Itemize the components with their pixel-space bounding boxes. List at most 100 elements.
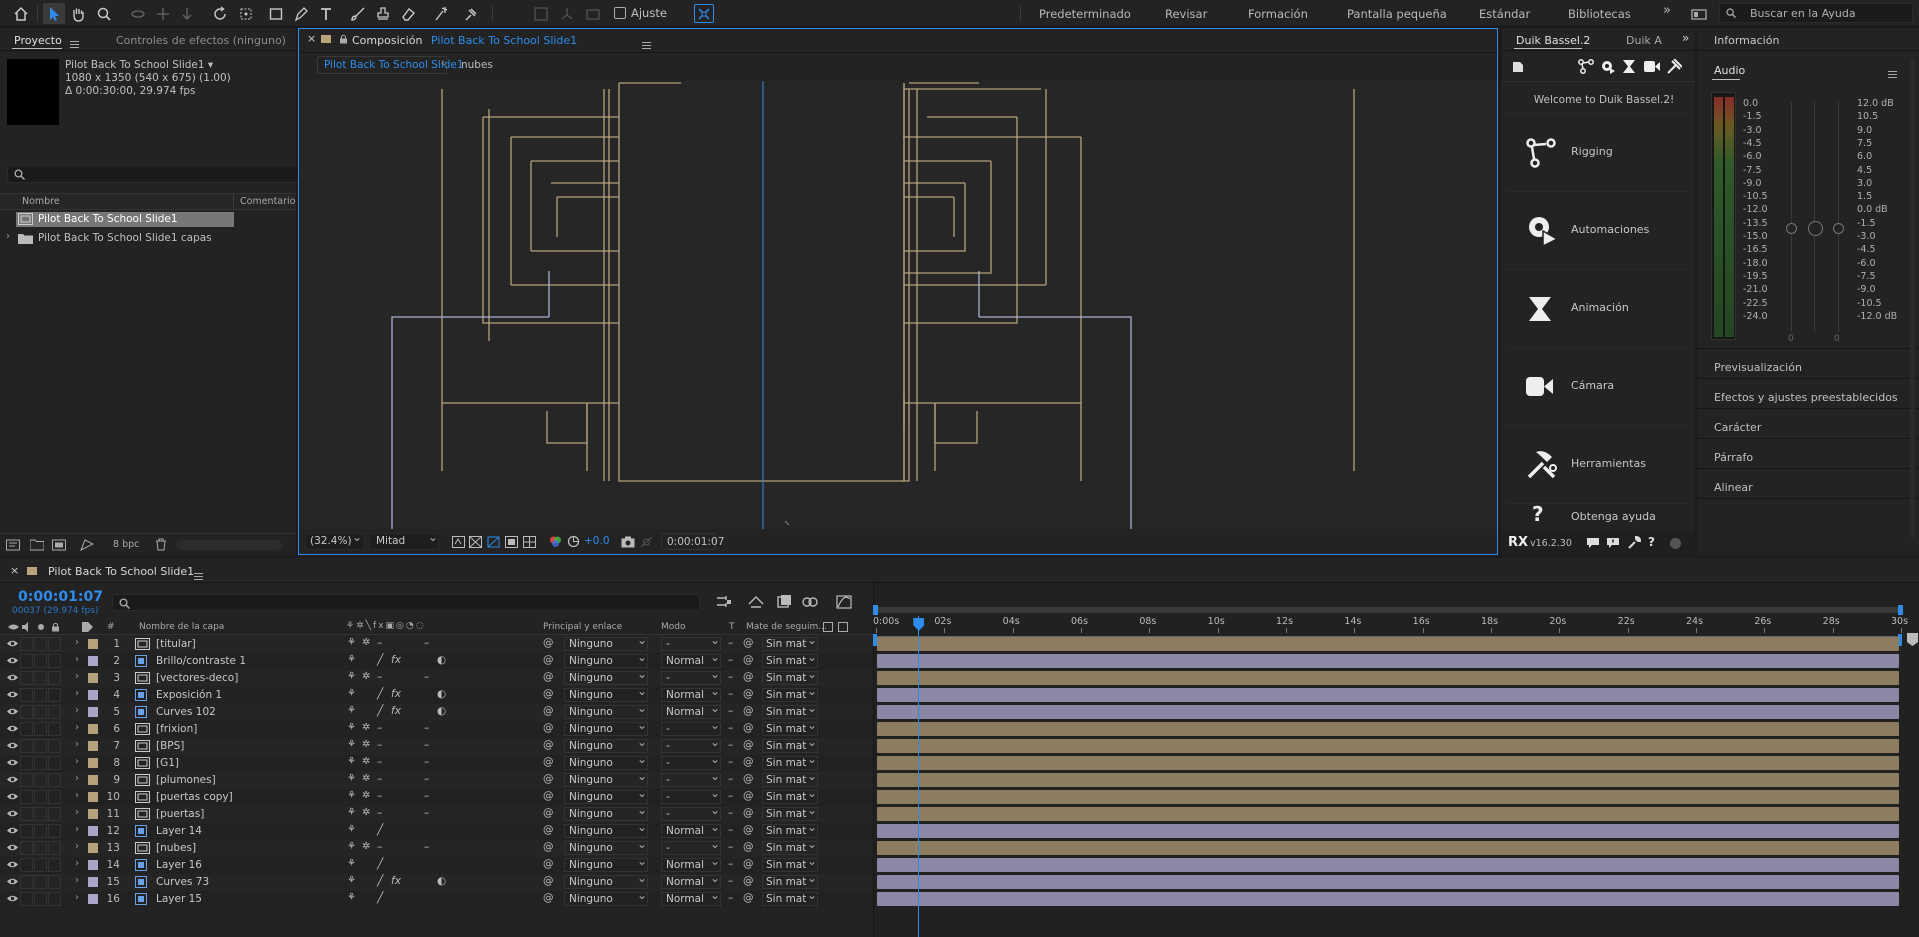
section-preview[interactable]: Previsualización [1714, 361, 1802, 374]
new-composition-icon[interactable] [52, 539, 66, 551]
eraser-tool-icon[interactable] [397, 3, 419, 24]
label-color-swatch[interactable] [88, 792, 98, 802]
audio-toggle[interactable] [20, 892, 33, 906]
lock-toggle[interactable] [48, 875, 61, 889]
matte-pick-whip-icon[interactable]: @ [743, 671, 754, 683]
lock-toggle[interactable] [48, 841, 61, 855]
layer-name[interactable]: [puertas copy] [156, 791, 233, 803]
preserve-transparency-toggle[interactable]: – [728, 892, 733, 904]
effects-switch-icon[interactable]: fx [391, 705, 401, 717]
matte-pick-whip-icon[interactable]: @ [743, 773, 754, 785]
workspace-standard[interactable]: Estándar [1479, 7, 1530, 21]
layer-row[interactable]: ›12Layer 14⚘╱@NingunoNormal–@Sin mat [0, 820, 873, 840]
shy-switch-icon[interactable]: ⚘ [347, 858, 356, 869]
workspace-learn[interactable]: Formación [1248, 7, 1308, 21]
track-matte-dropdown[interactable]: Sin mat [762, 871, 818, 889]
pick-whip-icon[interactable]: @ [543, 858, 554, 870]
playhead[interactable] [913, 616, 925, 937]
shy-switch-icon[interactable]: ⚘ [347, 654, 356, 665]
layer-name[interactable]: [G1] [156, 757, 179, 769]
parent-dropdown[interactable]: Ninguno [564, 786, 648, 804]
eye-icon[interactable] [7, 673, 18, 682]
layer-duration-bar[interactable] [877, 756, 1899, 770]
preserve-transparency-toggle[interactable]: – [728, 637, 733, 649]
matte-pick-whip-icon[interactable]: @ [743, 688, 754, 700]
snap-options-icon[interactable] [694, 4, 714, 23]
tab-duik-a[interactable]: Duik A [1626, 34, 1662, 47]
hand-tool-icon[interactable] [67, 3, 89, 24]
track-matte-dropdown[interactable]: Sin mat [762, 803, 818, 821]
help-icon[interactable]: ? [1648, 535, 1655, 549]
layer-name[interactable]: [puertas] [156, 808, 204, 820]
duik-rigging[interactable]: Rigging [1506, 114, 1691, 191]
blend-mode-dropdown[interactable]: - [661, 718, 721, 736]
new-folder-icon[interactable] [30, 539, 44, 551]
project-scrollbar[interactable] [176, 540, 282, 550]
layer-row[interactable]: ›10[puertas copy]⚘✲––@Ninguno-–@Sin mat [0, 786, 873, 806]
blend-mode-dropdown[interactable]: - [661, 667, 721, 685]
duik-automation-small-icon[interactable] [1600, 59, 1616, 74]
parent-dropdown[interactable]: Ninguno [564, 633, 648, 651]
time-ruler[interactable]: 0:00s 02s 04s 06s 08s 10s 12s 14s 16s 18s 20s 22s 24… [873, 616, 1919, 633]
col-layer-name[interactable]: Nombre de la capa [139, 622, 224, 632]
lock-toggle[interactable] [48, 722, 61, 736]
solo-toggle[interactable] [34, 722, 47, 736]
solo-toggle[interactable] [34, 637, 47, 651]
layer-name[interactable]: [frixion] [156, 723, 197, 735]
layer-row[interactable]: ›5Curves 102⚘╱fx◐@NingunoNormal–@Sin mat [0, 701, 873, 721]
col-name-header[interactable]: Nombre [22, 196, 60, 207]
axis-local-icon[interactable] [530, 3, 552, 24]
pick-whip-icon[interactable]: @ [543, 824, 554, 836]
roto-brush-tool-icon[interactable] [430, 3, 452, 24]
lock-toggle[interactable] [48, 688, 61, 702]
parent-dropdown[interactable]: Ninguno [564, 871, 648, 889]
adjustment-switch-icon[interactable]: ◐ [437, 705, 446, 717]
matte-pick-whip-icon[interactable]: @ [743, 637, 754, 649]
label-color-swatch[interactable] [88, 894, 98, 904]
snap-checkbox[interactable] [614, 7, 626, 19]
audio-toggle[interactable] [20, 637, 33, 651]
adjustment-switch-icon[interactable]: ◐ [437, 875, 446, 887]
audio-menu-icon[interactable] [1888, 71, 1897, 78]
lock-toggle[interactable] [48, 773, 61, 787]
audio-toggle[interactable] [20, 790, 33, 804]
shy-switch-icon[interactable]: ⚘ [347, 705, 356, 716]
breadcrumb-next[interactable]: nubes [461, 59, 493, 71]
motion-blur-switch-icon[interactable]: – [424, 773, 429, 785]
parent-dropdown[interactable]: Ninguno [564, 769, 648, 787]
resolution-dropdown[interactable]: Mitad [369, 530, 439, 550]
expand-chevron-icon[interactable]: › [75, 654, 79, 665]
matte-pick-whip-icon[interactable]: @ [743, 841, 754, 853]
timeline-menu-icon[interactable] [194, 573, 203, 580]
motion-blur-switch-icon[interactable]: – [424, 841, 429, 853]
label-color-swatch[interactable] [88, 741, 98, 751]
color-channels-icon[interactable] [549, 535, 562, 548]
track-matte-dropdown[interactable]: Sin mat [762, 650, 818, 668]
audio-toggle[interactable] [20, 807, 33, 821]
shy-switch-icon[interactable]: ⚘ [347, 790, 356, 801]
audio-slider-master[interactable] [1808, 221, 1823, 236]
matte-pick-whip-icon[interactable]: @ [743, 824, 754, 836]
trash-icon[interactable] [155, 538, 167, 551]
solo-toggle[interactable] [34, 688, 47, 702]
layer-duration-bar[interactable] [877, 841, 1899, 855]
audio-toggle[interactable] [20, 773, 33, 787]
preserve-transparency-toggle[interactable]: – [728, 671, 733, 683]
lock-toggle[interactable] [48, 824, 61, 838]
parent-dropdown[interactable]: Ninguno [564, 684, 648, 702]
duik-automations[interactable]: Automaciones [1506, 192, 1691, 269]
label-color-swatch[interactable] [88, 690, 98, 700]
right-panel-scrollbar[interactable] [1910, 58, 1915, 538]
parent-dropdown[interactable]: Ninguno [564, 752, 648, 770]
lock-toggle[interactable] [48, 654, 61, 668]
preserve-transparency-toggle[interactable]: – [728, 654, 733, 666]
layer-duration-bar[interactable] [877, 654, 1899, 668]
solo-toggle[interactable] [34, 841, 47, 855]
parent-dropdown[interactable]: Ninguno [564, 701, 648, 719]
matte-pick-whip-icon[interactable]: @ [743, 722, 754, 734]
matte-pick-whip-icon[interactable]: @ [743, 654, 754, 666]
layer-duration-bar[interactable] [877, 688, 1899, 702]
collapse-switch-icon[interactable]: ✲ [362, 841, 370, 852]
render-queue-icon[interactable] [80, 539, 94, 551]
blend-mode-dropdown[interactable]: - [661, 837, 721, 855]
